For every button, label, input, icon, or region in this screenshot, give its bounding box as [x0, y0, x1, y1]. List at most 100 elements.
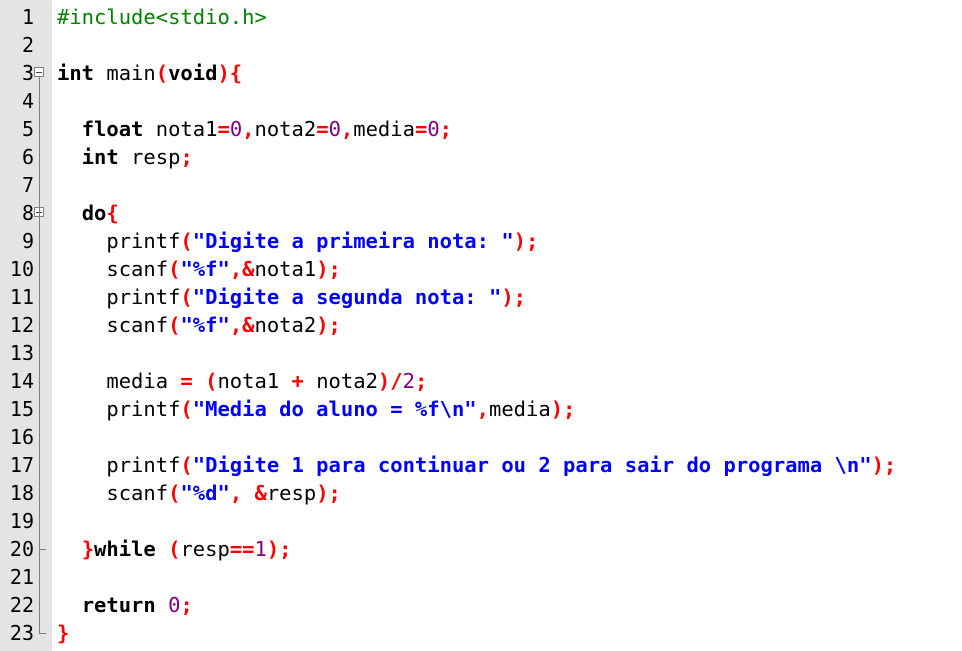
- code-line[interactable]: 9 printf("Digite a primeira nota: ");: [0, 227, 962, 255]
- line-number: 20: [9, 537, 34, 561]
- code-line[interactable]: 7: [0, 171, 962, 199]
- code-line[interactable]: 4: [0, 87, 962, 115]
- code-token: media: [488, 397, 551, 421]
- code-token: "%d": [180, 481, 230, 505]
- fold-toggle-icon[interactable]: [34, 67, 44, 77]
- code-token: scanf: [57, 257, 169, 281]
- code-token: while: [94, 537, 156, 561]
- code-token: =: [217, 117, 230, 141]
- code-token: );: [266, 537, 292, 561]
- code-token: 2: [402, 369, 415, 393]
- line-number: 7: [21, 173, 34, 197]
- code-token: nota1: [143, 117, 218, 141]
- code-line[interactable]: 13: [0, 339, 962, 367]
- code-token: "Digite a segunda nota: ": [192, 285, 502, 309]
- code-text: media = (nota1 + nota2)/2;: [57, 367, 427, 395]
- code-line[interactable]: 17 printf("Digite 1 para continuar ou 2 …: [0, 451, 962, 479]
- code-line[interactable]: 18 scanf("%d", &resp);: [0, 479, 962, 507]
- code-text: scanf("%f",&nota1);: [57, 255, 341, 283]
- code-token: =: [180, 369, 193, 393]
- code-line[interactable]: 22 return 0;: [0, 591, 962, 619]
- code-token: resp: [180, 537, 230, 561]
- line-number: 10: [9, 257, 34, 281]
- code-token: int: [81, 145, 119, 169]
- code-token: =: [316, 117, 329, 141]
- code-token: main: [94, 61, 156, 85]
- line-number: 22: [9, 593, 34, 617]
- line-number: 4: [21, 89, 34, 113]
- code-token: "Digite a primeira nota: ": [192, 229, 514, 253]
- line-number: 23: [9, 621, 34, 645]
- code-token: resp: [118, 145, 181, 169]
- code-text: int main(void){: [57, 59, 242, 87]
- code-text: printf("Digite a primeira nota: ");: [57, 227, 538, 255]
- code-token: "Media do aluno = %f\n": [192, 397, 477, 421]
- code-token: ;: [414, 369, 428, 393]
- code-token: }: [81, 537, 95, 561]
- code-line[interactable]: 20 }while (resp==1);: [0, 535, 962, 563]
- code-line[interactable]: 2: [0, 31, 962, 59]
- fold-end-marker: [39, 549, 46, 550]
- code-token: nota1: [217, 369, 292, 393]
- code-token: float: [81, 117, 144, 141]
- code-line[interactable]: 8 do{: [0, 199, 962, 227]
- code-line[interactable]: 16: [0, 423, 962, 451]
- line-number: 9: [21, 229, 34, 253]
- code-token: printf: [57, 397, 181, 421]
- code-token: 0: [328, 117, 341, 141]
- code-token: nota1: [254, 257, 317, 281]
- line-number: 8: [21, 201, 34, 225]
- code-text: scanf("%f",&nota2);: [57, 311, 341, 339]
- code-token: 0: [229, 117, 243, 141]
- code-line[interactable]: 6 int resp;: [0, 143, 962, 171]
- code-editor[interactable]: 1 #include<stdio.h> 2 3 int main(void){4 5 fl…: [0, 0, 962, 651]
- code-token: "Digite 1 para continuar ou 2 para sair …: [192, 453, 872, 477]
- code-token: );: [316, 481, 341, 505]
- code-line[interactable]: 10 scanf("%f",&nota1);: [0, 255, 962, 283]
- code-line[interactable]: 19: [0, 507, 962, 535]
- code-token: ,&: [229, 313, 255, 337]
- code-text: printf("Digite 1 para continuar ou 2 par…: [57, 451, 896, 479]
- code-token: (: [168, 537, 181, 561]
- code-token: +: [291, 369, 304, 393]
- code-token: ==: [229, 537, 255, 561]
- code-token: void: [168, 61, 218, 85]
- code-token: ,: [476, 397, 489, 421]
- fold-guide-line: [39, 217, 40, 549]
- code-token: =: [414, 117, 428, 141]
- code-token: media: [57, 369, 181, 393]
- code-token: scanf: [57, 313, 169, 337]
- code-line[interactable]: 21: [0, 563, 962, 591]
- code-text: scanf("%d", &resp);: [57, 479, 341, 507]
- code-token: ,: [340, 117, 354, 141]
- code-token: (: [168, 481, 181, 505]
- code-token: }: [57, 621, 70, 645]
- line-number: 11: [9, 285, 34, 309]
- code-text: do{: [57, 199, 119, 227]
- code-token: nota2: [254, 313, 317, 337]
- line-number: 6: [21, 145, 34, 169]
- code-line[interactable]: 14 media = (nota1 + nota2)/2;: [0, 367, 962, 395]
- line-number: 12: [9, 313, 34, 337]
- code-line[interactable]: 23}: [0, 619, 962, 647]
- code-token: );: [871, 453, 897, 477]
- code-text: }: [57, 619, 69, 647]
- code-token: ,&: [229, 257, 255, 281]
- code-line[interactable]: 11 printf("Digite a segunda nota: ");: [0, 283, 962, 311]
- code-line[interactable]: 12 scanf("%f",&nota2);: [0, 311, 962, 339]
- code-token: (: [180, 285, 193, 309]
- code-line[interactable]: 15 printf("Media do aluno = %f\n",media)…: [0, 395, 962, 423]
- code-token: ){: [217, 61, 243, 85]
- line-number: 14: [9, 369, 34, 393]
- code-token: resp: [266, 481, 317, 505]
- code-text: }while (resp==1);: [57, 535, 292, 563]
- code-line[interactable]: 5 float nota1=0,nota2=0,media=0;: [0, 115, 962, 143]
- code-line[interactable]: 1 #include<stdio.h>: [0, 3, 962, 31]
- line-number: 13: [9, 341, 34, 365]
- code-line[interactable]: 3 int main(void){: [0, 59, 962, 87]
- code-token: );: [316, 257, 341, 281]
- code-token: );: [316, 313, 341, 337]
- line-number: 15: [9, 397, 34, 421]
